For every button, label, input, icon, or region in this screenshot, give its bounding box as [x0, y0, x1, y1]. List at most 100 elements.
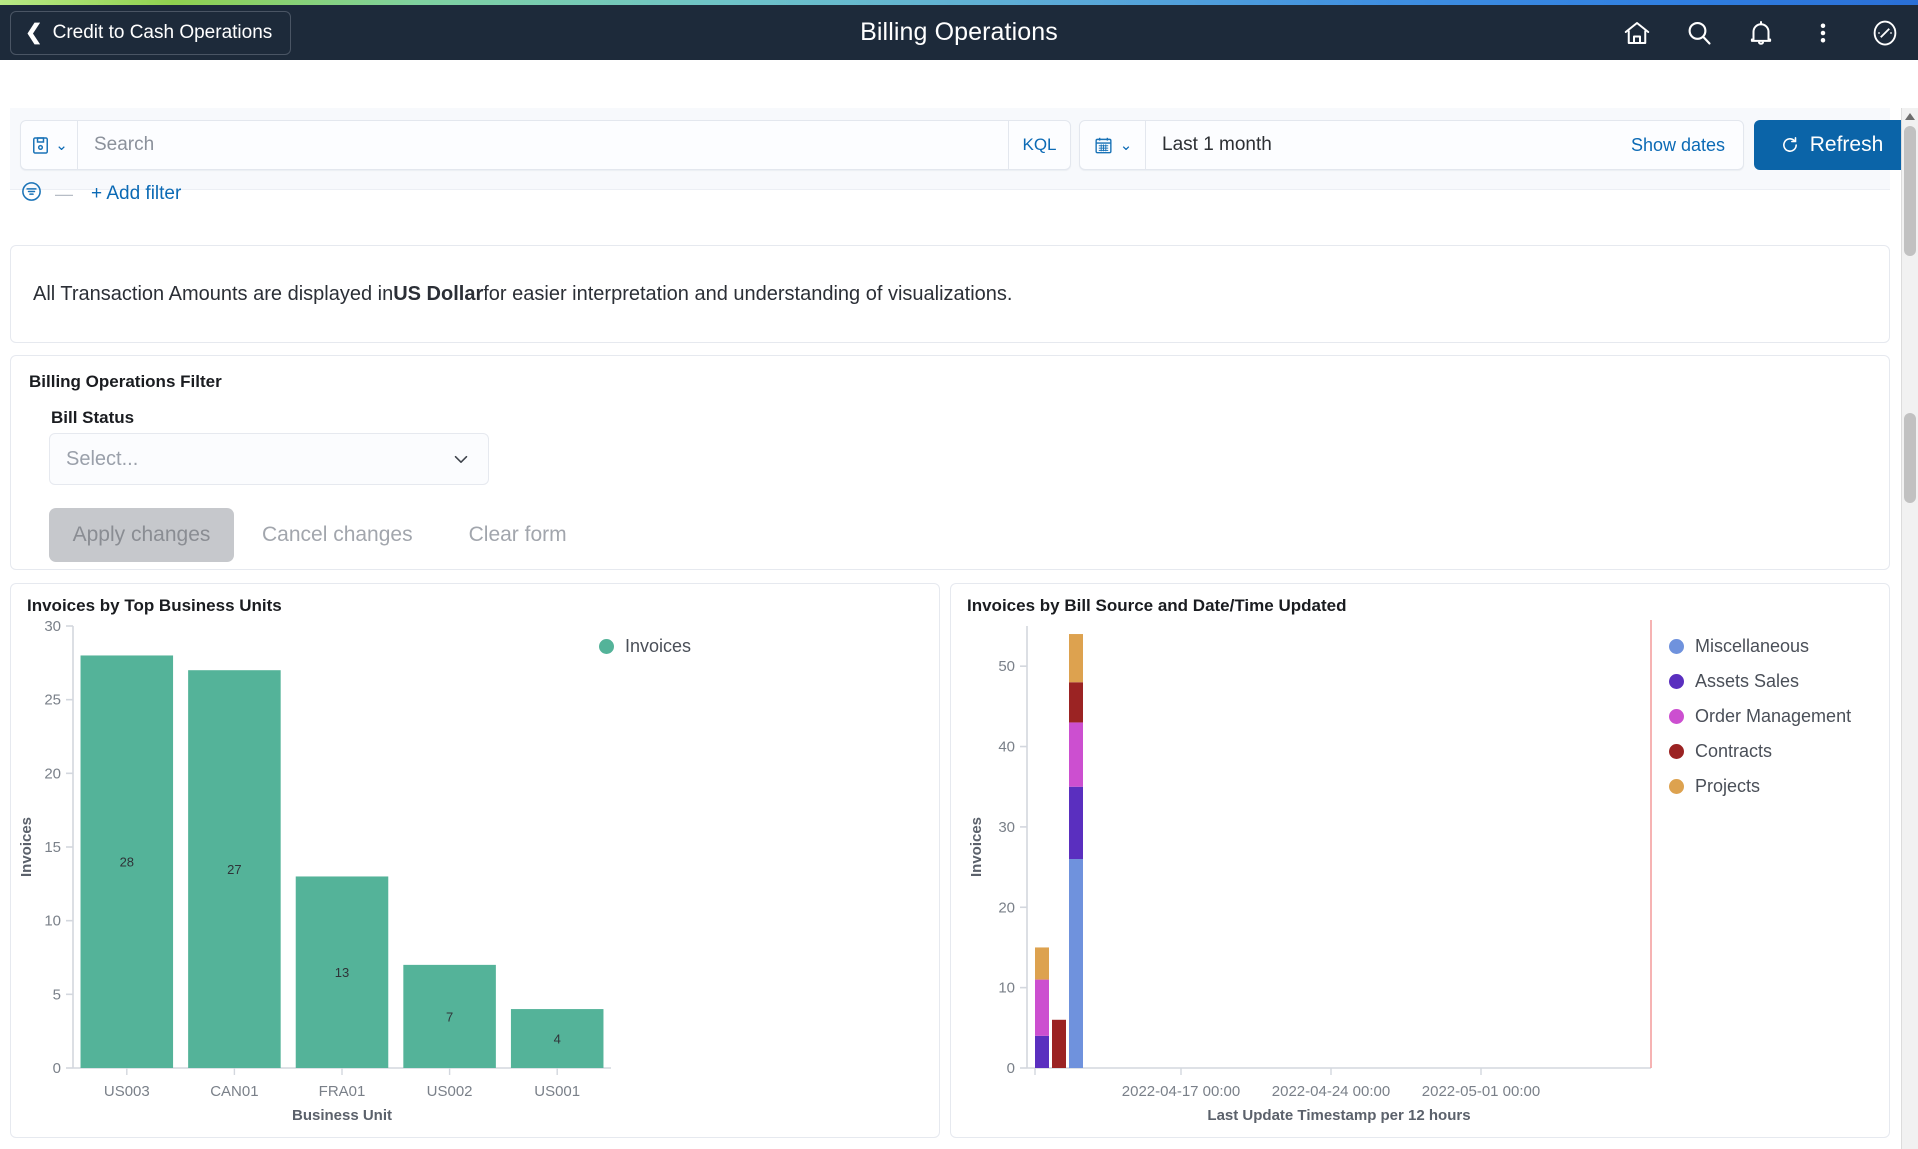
- legend-item[interactable]: Order Management: [1669, 706, 1851, 727]
- home-icon[interactable]: [1622, 18, 1652, 48]
- legend-color-swatch: [1669, 744, 1684, 759]
- svg-text:CAN01: CAN01: [210, 1083, 258, 1100]
- kql-button[interactable]: KQL: [1008, 121, 1070, 169]
- svg-text:FRA01: FRA01: [319, 1083, 366, 1100]
- panel-title: Invoices by Top Business Units: [27, 596, 282, 616]
- filter-icon[interactable]: [20, 180, 43, 208]
- search-shell: ⌄ KQL: [20, 120, 1071, 170]
- stacked-bar-segment[interactable]: [1052, 1020, 1066, 1068]
- clear-form-button[interactable]: Clear form: [441, 508, 595, 562]
- calendar-icon[interactable]: ⌄: [1080, 121, 1146, 169]
- back-chevron-icon: ❮: [25, 22, 43, 43]
- banner-emphasis: US Dollar: [393, 283, 483, 306]
- legend-color-swatch: [1669, 674, 1684, 689]
- chart-legend: Miscellaneous Assets Sales Order Managemen…: [1669, 636, 1851, 797]
- chart-legend: Invoices: [599, 636, 691, 657]
- stacked-bar-segment[interactable]: [1069, 682, 1083, 722]
- apply-changes-button[interactable]: Apply changes: [49, 508, 234, 562]
- svg-text:10: 10: [998, 980, 1015, 997]
- kebab-menu-icon[interactable]: [1808, 18, 1838, 48]
- svg-text:0: 0: [53, 1060, 61, 1077]
- svg-text:Invoices: Invoices: [968, 817, 985, 877]
- svg-text:28: 28: [120, 855, 134, 870]
- currency-notice-banner: All Transaction Amounts are displayed in…: [10, 245, 1890, 343]
- svg-text:Last Update Timestamp per 12 h: Last Update Timestamp per 12 hours: [1207, 1107, 1470, 1124]
- legend-color-swatch: [599, 639, 614, 654]
- svg-text:5: 5: [53, 986, 61, 1003]
- stacked-bar-segment[interactable]: [1035, 980, 1049, 1036]
- svg-text:25: 25: [44, 692, 61, 709]
- query-bar: ⌄ KQL ⌄: [10, 108, 1890, 190]
- cancel-changes-button[interactable]: Cancel changes: [234, 508, 441, 562]
- legend-item-label: Order Management: [1695, 706, 1851, 727]
- chevron-down-icon: [450, 448, 472, 470]
- svg-text:50: 50: [998, 658, 1015, 675]
- legend-item-label: Contracts: [1695, 741, 1772, 762]
- saved-query-icon[interactable]: ⌄: [21, 121, 78, 169]
- bill-status-label: Bill Status: [51, 408, 134, 428]
- stacked-bar-segment[interactable]: [1035, 947, 1049, 979]
- chevron-down-icon: ⌄: [1120, 138, 1133, 153]
- svg-text:2022-04-17 00:00: 2022-04-17 00:00: [1122, 1083, 1240, 1100]
- legend-item[interactable]: Miscellaneous: [1669, 636, 1851, 657]
- svg-text:0: 0: [1007, 1060, 1015, 1077]
- svg-text:7: 7: [446, 1009, 453, 1024]
- refresh-button-label: Refresh: [1810, 133, 1884, 157]
- banner-text-before: All Transaction Amounts are displayed in: [33, 283, 393, 306]
- banner-text-after: for easier interpretation and understand…: [483, 283, 1012, 306]
- search-icon[interactable]: [1684, 18, 1714, 48]
- svg-text:27: 27: [227, 862, 241, 877]
- svg-text:4: 4: [554, 1032, 561, 1047]
- legend-color-swatch: [1669, 709, 1684, 724]
- date-range-value[interactable]: Last 1 month: [1146, 121, 1631, 169]
- compass-icon[interactable]: [1870, 18, 1900, 48]
- refresh-button[interactable]: Refresh: [1754, 120, 1909, 170]
- app-header: ❮ Credit to Cash Operations Billing Oper…: [0, 5, 1918, 60]
- svg-text:40: 40: [998, 739, 1015, 756]
- invoices-by-top-business-units-panel: Invoices by Top Business Units 051015202…: [10, 583, 940, 1138]
- filter-row-separator: —: [55, 184, 73, 205]
- legend-color-swatch: [1669, 779, 1684, 794]
- search-input[interactable]: [78, 121, 1008, 169]
- svg-text:15: 15: [44, 839, 61, 856]
- svg-text:20: 20: [44, 765, 61, 782]
- svg-text:30: 30: [44, 618, 61, 635]
- refresh-icon: [1780, 135, 1800, 155]
- scrollbar-thumb[interactable]: [1904, 126, 1916, 256]
- filter-panel-actions: Apply changes Cancel changes Clear form: [49, 508, 595, 562]
- stacked-bar-segment[interactable]: [1069, 634, 1083, 682]
- svg-text:2022-04-24 00:00: 2022-04-24 00:00: [1272, 1083, 1390, 1100]
- legend-color-swatch: [1669, 639, 1684, 654]
- stacked-bar-segment[interactable]: [1069, 859, 1083, 1068]
- svg-text:US003: US003: [104, 1083, 150, 1100]
- svg-text:US002: US002: [427, 1083, 473, 1100]
- svg-text:Business Unit: Business Unit: [292, 1107, 392, 1124]
- legend-item[interactable]: Invoices: [599, 636, 691, 657]
- chevron-down-icon: ⌄: [55, 138, 68, 153]
- legend-item-label: Miscellaneous: [1695, 636, 1809, 657]
- svg-text:20: 20: [998, 899, 1015, 916]
- add-filter-button[interactable]: + Add filter: [91, 183, 181, 205]
- back-to-credit-to-cash-operations-button[interactable]: ❮ Credit to Cash Operations: [10, 11, 291, 55]
- bill-status-select[interactable]: Select...: [49, 433, 489, 485]
- bell-icon[interactable]: [1746, 18, 1776, 48]
- app-root: ❮ Credit to Cash Operations Billing Oper…: [0, 0, 1918, 1149]
- legend-item[interactable]: Projects: [1669, 776, 1851, 797]
- page-scrollbar[interactable]: [1901, 108, 1918, 1149]
- date-picker-shell: ⌄ Last 1 month Show dates: [1079, 120, 1744, 170]
- legend-item[interactable]: Contracts: [1669, 741, 1851, 762]
- stacked-bar-segment[interactable]: [1035, 1036, 1049, 1068]
- filter-row: — + Add filter: [20, 180, 181, 208]
- stacked-bar-segment[interactable]: [1069, 722, 1083, 786]
- show-dates-button[interactable]: Show dates: [1631, 121, 1743, 169]
- legend-item[interactable]: Assets Sales: [1669, 671, 1851, 692]
- legend-item-label: Projects: [1695, 776, 1760, 797]
- billing-operations-filter-panel: Billing Operations Filter Bill Status Se…: [10, 355, 1890, 570]
- legend-item-label: Invoices: [625, 636, 691, 657]
- panel-title: Invoices by Bill Source and Date/Time Up…: [967, 596, 1346, 616]
- scrollbar-thumb-secondary[interactable]: [1904, 413, 1916, 503]
- stacked-bar-segment[interactable]: [1069, 787, 1083, 859]
- bar-chart-svg: 051015202530Invoices28US00327CAN0113FRA0…: [11, 618, 939, 1136]
- legend-item-label: Assets Sales: [1695, 671, 1799, 692]
- scrollbar-up-arrow[interactable]: [1902, 108, 1918, 125]
